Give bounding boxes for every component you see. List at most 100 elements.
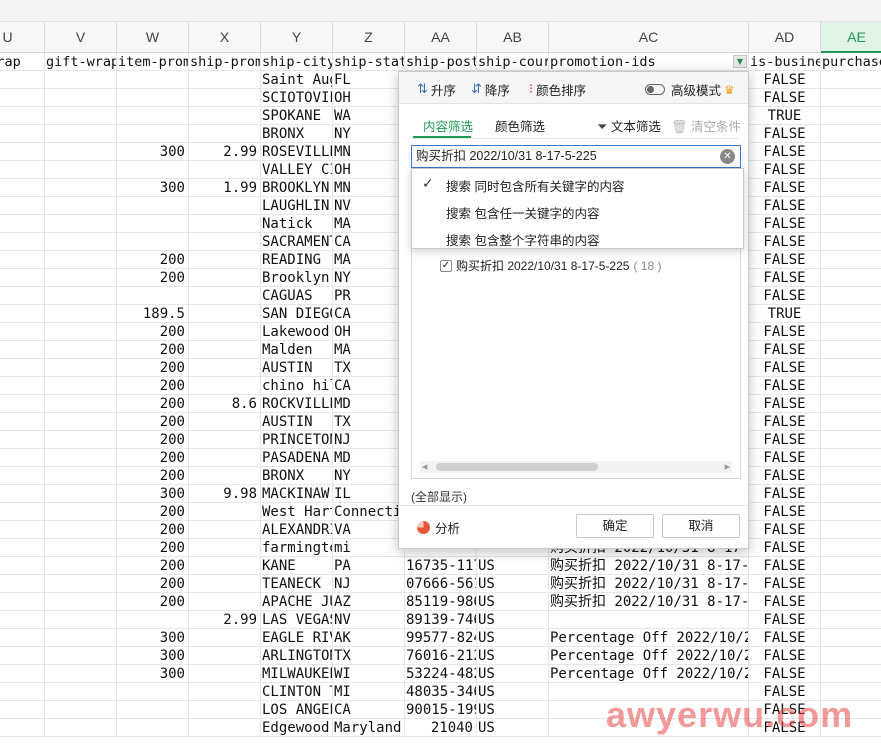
table-cell[interactable] xyxy=(117,701,189,719)
table-cell-empty[interactable] xyxy=(821,71,881,89)
table-cell[interactable] xyxy=(117,683,189,701)
table-cell[interactable]: Connecti xyxy=(333,503,405,521)
table-cell[interactable]: West Hart xyxy=(261,503,333,521)
table-cell[interactable] xyxy=(45,485,117,503)
table-cell[interactable]: FALSE xyxy=(749,71,821,89)
table-cell[interactable] xyxy=(45,161,117,179)
table-cell-empty[interactable] xyxy=(821,179,881,197)
table-cell[interactable]: FALSE xyxy=(749,521,821,539)
table-cell[interactable]: NY xyxy=(333,269,405,287)
table-cell[interactable] xyxy=(0,161,45,179)
table-cell[interactable]: NJ xyxy=(333,575,405,593)
header-field-aa[interactable]: ship-post xyxy=(405,53,477,71)
table-cell[interactable] xyxy=(45,503,117,521)
table-cell[interactable]: FALSE xyxy=(749,647,821,665)
table-cell[interactable] xyxy=(189,251,261,269)
table-cell[interactable] xyxy=(189,305,261,323)
table-cell[interactable]: 53224-482 xyxy=(405,665,477,683)
suggestion-all-keywords[interactable]: 搜索 同时包含所有关键字的内容 xyxy=(446,176,624,195)
table-cell[interactable] xyxy=(189,557,261,575)
header-field-v[interactable]: gift-wrap xyxy=(45,53,117,71)
table-cell[interactable]: MD xyxy=(333,449,405,467)
table-cell[interactable]: 8.6 xyxy=(189,395,261,413)
table-cell[interactable]: mi xyxy=(333,539,405,557)
table-cell[interactable]: LOS ANGEL xyxy=(261,701,333,719)
filter-search-input[interactable]: 购买折扣 2022/10/31 8-17-5-225 ✕ xyxy=(411,145,741,168)
table-cell[interactable] xyxy=(189,683,261,701)
table-cell[interactable]: BRONX xyxy=(261,467,333,485)
table-cell[interactable] xyxy=(45,359,117,377)
table-cell[interactable] xyxy=(189,215,261,233)
table-cell[interactable] xyxy=(0,125,45,143)
table-cell[interactable]: EAGLE RIV xyxy=(261,629,333,647)
table-cell[interactable] xyxy=(45,647,117,665)
table-cell[interactable]: READING xyxy=(261,251,333,269)
table-cell-empty[interactable] xyxy=(821,593,881,611)
table-cell[interactable]: PA xyxy=(333,557,405,575)
table-cell[interactable] xyxy=(117,161,189,179)
table-cell[interactable]: NY xyxy=(333,467,405,485)
table-cell[interactable]: Percentage Off 2022/10/28 xyxy=(549,647,749,665)
table-cell[interactable] xyxy=(0,521,45,539)
table-cell[interactable] xyxy=(189,593,261,611)
table-cell-empty[interactable] xyxy=(821,413,881,431)
table-cell[interactable] xyxy=(189,413,261,431)
table-cell-empty[interactable] xyxy=(821,575,881,593)
column-header-ac[interactable]: AC xyxy=(549,22,749,53)
table-cell[interactable] xyxy=(0,665,45,683)
table-cell[interactable]: US xyxy=(477,665,549,683)
header-field-x[interactable]: ship-prom xyxy=(189,53,261,71)
table-cell[interactable]: US xyxy=(477,593,549,611)
table-cell[interactable]: FALSE xyxy=(749,665,821,683)
table-cell[interactable] xyxy=(117,233,189,251)
table-cell[interactable] xyxy=(45,683,117,701)
table-cell[interactable] xyxy=(45,575,117,593)
table-cell[interactable]: ROSEVILLE xyxy=(261,143,333,161)
table-cell[interactable]: FL xyxy=(333,71,405,89)
table-cell[interactable] xyxy=(45,665,117,683)
table-cell[interactable]: 200 xyxy=(117,251,189,269)
table-cell[interactable]: 200 xyxy=(117,359,189,377)
table-cell-empty[interactable] xyxy=(821,197,881,215)
list-item[interactable]: ✓ 购买折扣 2022/10/31 8-17-5-225 ( 18 ) xyxy=(440,257,661,274)
table-cell[interactable]: FALSE xyxy=(749,161,821,179)
table-cell[interactable] xyxy=(45,215,117,233)
table-cell[interactable]: CLINTON T xyxy=(261,683,333,701)
table-cell[interactable]: FALSE xyxy=(749,197,821,215)
column-header-v[interactable]: V xyxy=(45,22,117,53)
header-field-ae[interactable]: purchase xyxy=(821,53,881,71)
table-cell[interactable] xyxy=(117,197,189,215)
table-cell[interactable]: SAN DIEGO xyxy=(261,305,333,323)
table-cell-empty[interactable] xyxy=(821,539,881,557)
column-header-z[interactable]: Z xyxy=(333,22,405,53)
table-cell[interactable] xyxy=(189,107,261,125)
table-cell[interactable]: US xyxy=(477,575,549,593)
header-field-ad[interactable]: is-busine xyxy=(749,53,821,71)
table-cell[interactable] xyxy=(189,539,261,557)
table-cell[interactable]: LAS VEGAS xyxy=(261,611,333,629)
table-cell[interactable]: ALEXANDRI xyxy=(261,521,333,539)
table-cell[interactable]: 200 xyxy=(117,575,189,593)
table-cell[interactable] xyxy=(45,71,117,89)
table-cell[interactable]: Brooklyn xyxy=(261,269,333,287)
table-cell[interactable] xyxy=(189,161,261,179)
clear-search-icon[interactable]: ✕ xyxy=(720,149,735,164)
table-cell[interactable] xyxy=(45,431,117,449)
table-cell-empty[interactable] xyxy=(821,629,881,647)
table-cell-empty[interactable] xyxy=(821,89,881,107)
table-cell[interactable]: 2.99 xyxy=(189,611,261,629)
table-cell[interactable]: MI xyxy=(333,683,405,701)
tab-color-filter[interactable]: 颜色筛选 xyxy=(495,116,545,135)
table-cell[interactable] xyxy=(45,611,117,629)
table-cell-empty[interactable] xyxy=(821,269,881,287)
table-cell[interactable]: 购买折扣 2022/10/31 8-17- xyxy=(549,593,749,611)
table-cell[interactable]: 99577-824 xyxy=(405,629,477,647)
table-cell[interactable]: 21040 xyxy=(405,719,477,737)
table-cell[interactable] xyxy=(0,359,45,377)
table-cell[interactable] xyxy=(0,323,45,341)
table-cell[interactable]: 200 xyxy=(117,413,189,431)
cancel-button[interactable]: 取消 xyxy=(662,514,740,538)
table-cell[interactable]: FALSE xyxy=(749,215,821,233)
table-cell[interactable]: 300 xyxy=(117,179,189,197)
scroll-right-icon[interactable]: ▶ xyxy=(725,461,730,473)
